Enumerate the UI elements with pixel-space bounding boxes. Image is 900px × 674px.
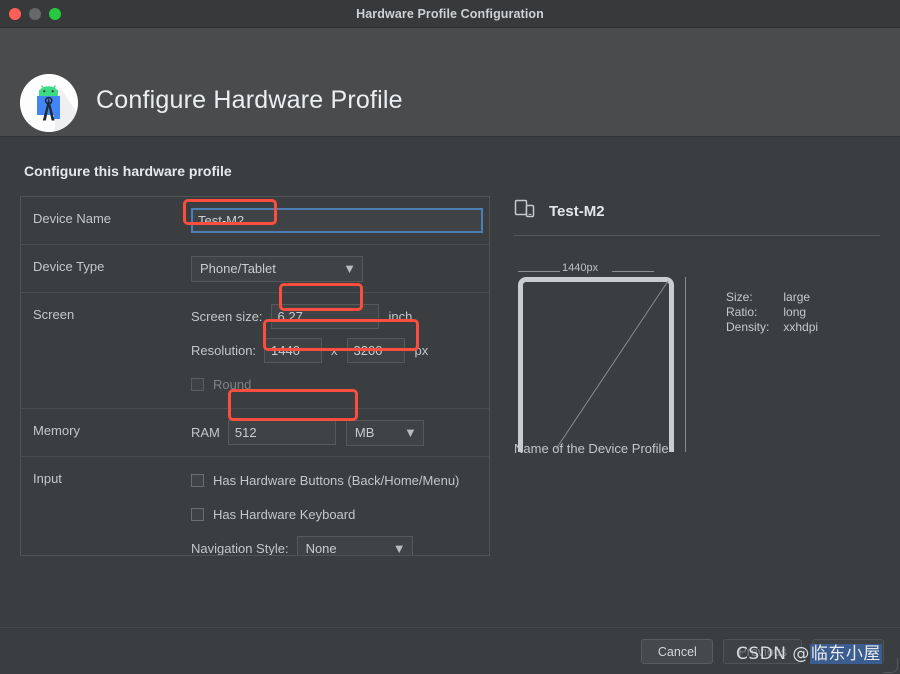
device-preview-panel: Test-M2 1440px Size: large Ratio: long D… xyxy=(514,196,880,596)
device-name-label: Device Name xyxy=(33,211,112,226)
input-label: Input xyxy=(33,471,62,486)
device-illustration: 1440px Size: large Ratio: long Density: … xyxy=(514,262,880,464)
dimension-tick-height xyxy=(685,277,686,452)
dimension-label-width: 1440px xyxy=(562,262,599,274)
spec-row: Ratio: long xyxy=(726,305,818,320)
dimension-tick-right xyxy=(612,271,654,272)
round-label: Round xyxy=(213,377,252,392)
resize-grip[interactable] xyxy=(883,658,898,673)
hardware-profile-form: Device Name Device Type Phone/Tablet ▼ xyxy=(20,196,490,556)
device-diagonal-line xyxy=(518,277,674,452)
cancel-button[interactable]: Cancel xyxy=(641,639,714,664)
screen-size-input[interactable] xyxy=(270,304,379,329)
device-name-input[interactable] xyxy=(191,208,483,233)
dimension-tick-left xyxy=(518,271,560,272)
memory-label: Memory xyxy=(33,423,80,438)
preview-header: Test-M2 xyxy=(514,196,880,226)
tablet-phone-icon xyxy=(514,198,536,225)
ram-unit-value: MB xyxy=(354,425,375,440)
spec-row: Size: large xyxy=(726,290,818,305)
device-type-value: Phone/Tablet xyxy=(200,261,276,276)
android-studio-icon xyxy=(20,74,78,132)
screen-size-unit: inch xyxy=(388,309,413,324)
form-row-input: Input Has Hardware Buttons (Back/Home/Me… xyxy=(21,457,489,556)
ram-label: RAM xyxy=(191,425,220,440)
hardware-keyboard-checkbox[interactable] xyxy=(191,508,204,521)
hardware-buttons-checkbox-row[interactable]: Has Hardware Buttons (Back/Home/Menu) xyxy=(191,468,459,494)
navigation-style-value: None xyxy=(305,541,337,556)
screen-size-label: Screen size: xyxy=(191,309,263,324)
screen-label: Screen xyxy=(33,307,75,322)
ram-unit-dropdown[interactable]: MB ▼ xyxy=(345,419,424,446)
ram-input[interactable] xyxy=(227,420,336,445)
spec-value: long xyxy=(783,305,807,319)
chevron-down-icon: ▼ xyxy=(404,425,417,440)
watermark-name: 临东小屋 xyxy=(809,644,882,664)
dialog-body: Configure this hardware profile Device N… xyxy=(0,137,900,627)
navigation-style-label: Navigation Style: xyxy=(191,541,289,556)
resolution-width-input[interactable] xyxy=(264,338,323,363)
navigation-style-dropdown[interactable]: None ▼ xyxy=(296,535,413,556)
device-specs: Size: large Ratio: long Density: xxhdpi xyxy=(726,290,818,335)
round-checkbox[interactable] xyxy=(191,378,204,391)
page-title: Configure Hardware Profile xyxy=(96,86,403,114)
preview-caption: Name of the Device Profile xyxy=(514,441,669,456)
resolution-unit: px xyxy=(414,343,429,358)
resolution-label: Resolution: xyxy=(191,343,257,358)
hardware-buttons-checkbox[interactable] xyxy=(191,474,204,487)
preview-divider xyxy=(514,235,880,236)
device-type-dropdown[interactable]: Phone/Tablet ▼ xyxy=(191,255,363,282)
device-type-label: Device Type xyxy=(33,259,105,274)
resolution-separator: x xyxy=(331,343,338,358)
spec-value: large xyxy=(783,290,811,304)
form-row-screen: Screen Screen size: inch Resolution: x p… xyxy=(21,293,489,409)
section-heading: Configure this hardware profile xyxy=(24,163,232,179)
chevron-down-icon: ▼ xyxy=(343,261,356,276)
spec-key: Density: xyxy=(726,320,770,334)
form-row-memory: Memory RAM MB ▼ xyxy=(21,409,489,457)
hardware-keyboard-checkbox-row[interactable]: Has Hardware Keyboard xyxy=(191,502,355,528)
resolution-height-input[interactable] xyxy=(346,338,405,363)
hardware-buttons-label: Has Hardware Buttons (Back/Home/Menu) xyxy=(213,473,460,488)
chevron-down-icon: ▼ xyxy=(392,541,406,556)
csdn-watermark: CSDN @临东小屋 xyxy=(736,639,882,664)
form-row-device-type: Device Type Phone/Tablet ▼ xyxy=(21,245,489,293)
preview-device-name: Test-M2 xyxy=(549,202,605,220)
hardware-profile-dialog: Hardware Profile Configuration Configure… xyxy=(0,0,900,674)
title-bar: Hardware Profile Configuration xyxy=(0,0,900,28)
dialog-header: Configure Hardware Profile xyxy=(0,28,900,137)
spec-key: Ratio: xyxy=(726,305,758,319)
form-row-device-name: Device Name xyxy=(21,197,489,245)
spec-row: Density: xxhdpi xyxy=(726,320,818,335)
round-checkbox-row[interactable]: Round xyxy=(191,372,251,398)
watermark-prefix: CSDN @ xyxy=(736,644,810,664)
spec-value: xxhdpi xyxy=(783,320,819,334)
hardware-keyboard-label: Has Hardware Keyboard xyxy=(213,507,356,522)
spec-key: Size: xyxy=(726,290,753,304)
window-title: Hardware Profile Configuration xyxy=(356,7,544,21)
